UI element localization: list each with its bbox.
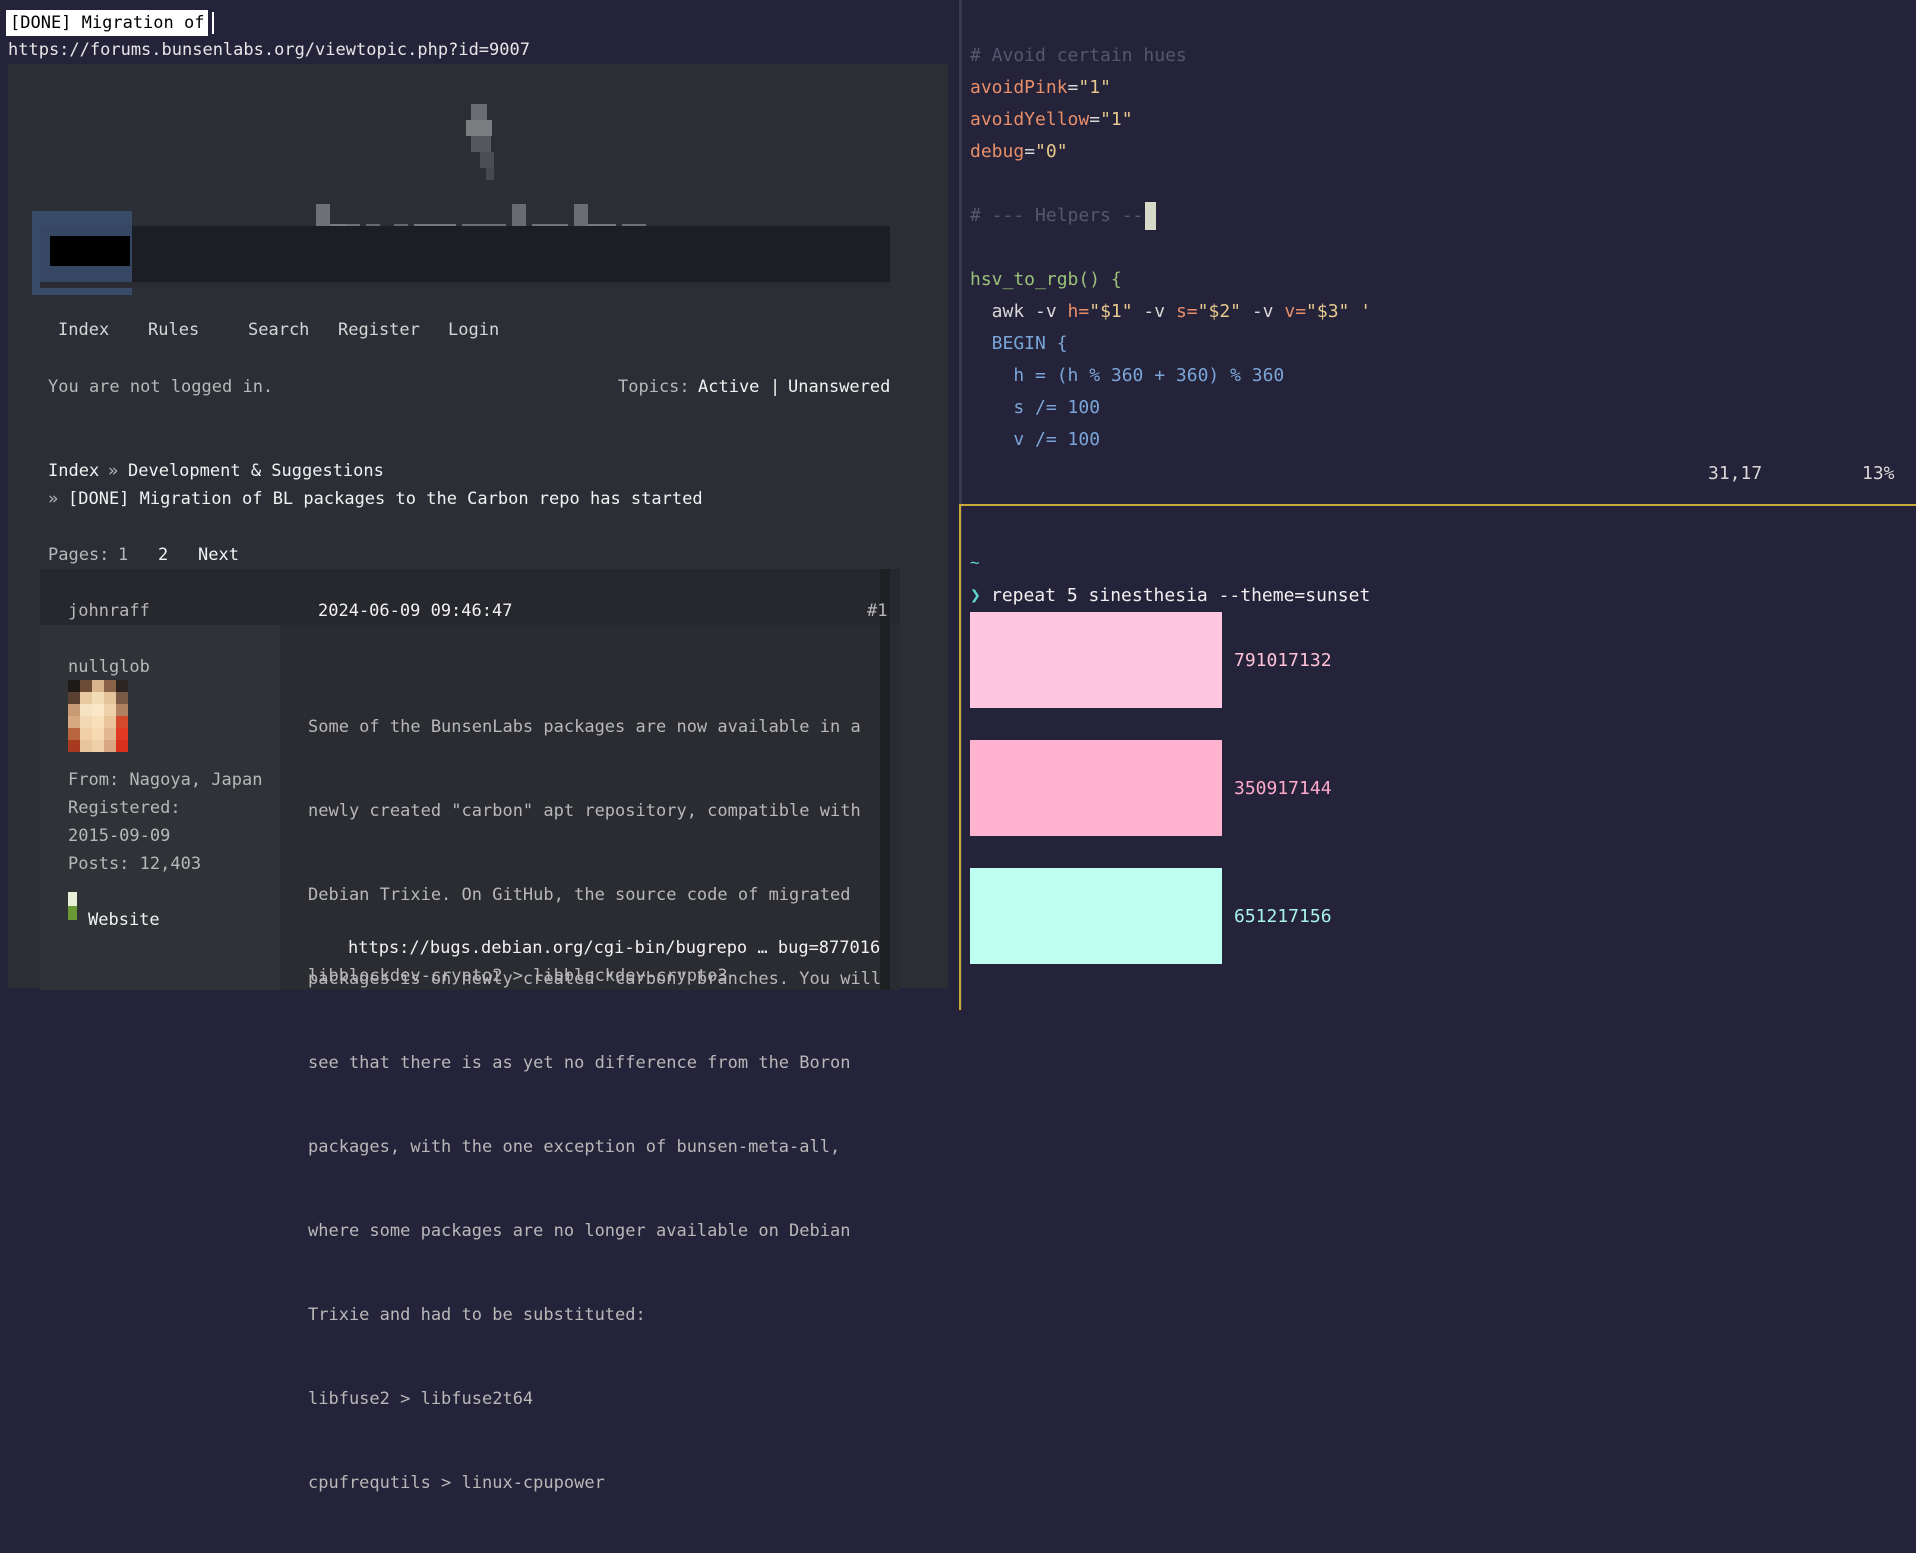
- pane-split-vertical: [959, 506, 961, 1010]
- terminal-command[interactable]: repeat 5 sinesthesia --theme=sunset: [991, 585, 1370, 606]
- awk-var: h=: [1067, 301, 1090, 322]
- user-registered-label: Registered:: [68, 798, 181, 818]
- post-line: newly created "carbon" apt repository, c…: [308, 801, 861, 821]
- post-line: libblockdev-crypto2 > libblockdev-crypto…: [308, 966, 728, 986]
- editor-cursor: [1145, 202, 1156, 230]
- awk-val: "$1": [1089, 301, 1133, 322]
- nav-register[interactable]: Register: [338, 320, 420, 340]
- awk-var: s=: [1175, 301, 1198, 322]
- page-1: 1: [118, 545, 129, 565]
- code-line-debug: debug="0": [970, 141, 1068, 162]
- nav-search[interactable]: Search: [248, 320, 309, 340]
- color-swatch: [970, 612, 1222, 708]
- post-line: where some packages are no longer availa…: [308, 1221, 851, 1241]
- topics-label: Topics:: [618, 377, 690, 397]
- code-line: s /= 100: [970, 397, 1101, 418]
- breadcrumb-sep: »: [48, 489, 59, 509]
- code-line: v /= 100: [970, 429, 1101, 450]
- assign-op: =: [1067, 77, 1079, 98]
- login-status: You are not logged in.: [48, 377, 274, 397]
- website-icon: [68, 892, 77, 920]
- color-swatch: [970, 868, 1222, 964]
- topics-active-link[interactable]: Active: [698, 377, 759, 397]
- topics-separator: |: [770, 377, 781, 397]
- user-title: nullglob: [68, 657, 150, 677]
- pages-label: Pages:: [48, 545, 110, 565]
- post-line: cpufrequtils > linux-cpupower: [308, 1473, 605, 1493]
- code-line: h = (h % 360 + 360) % 360: [970, 365, 1285, 386]
- bug-link[interactable]: https://bugs.debian.org/cgi-bin/bugrepo …: [348, 938, 880, 958]
- code-line-avoidpink: avoidPink="1": [970, 77, 1111, 98]
- post-line: Trixie and had to be substituted:: [308, 1305, 646, 1325]
- post-author[interactable]: johnraff: [68, 601, 150, 621]
- next-page-link[interactable]: Next: [198, 545, 239, 565]
- post-scrollbar[interactable]: [880, 569, 890, 990]
- assign-op: =: [1089, 109, 1101, 130]
- breadcrumb-sep: »: [108, 461, 119, 481]
- awk-val: "$2": [1197, 301, 1241, 322]
- swatch-label: 350917144: [1234, 778, 1332, 799]
- tab-title-text: [DONE] Migration of: [10, 13, 205, 33]
- text-cursor: [212, 12, 214, 34]
- string-literal: "1": [1078, 77, 1111, 98]
- nav-bar: [40, 226, 890, 282]
- awk-cmd: awk -v: [970, 301, 1068, 322]
- awk-var: v=: [1284, 301, 1307, 322]
- nav-highlight-inner: [50, 236, 130, 266]
- nav-login[interactable]: Login: [448, 320, 499, 340]
- post-line: Some of the BunsenLabs packages are now …: [308, 717, 861, 737]
- code-line-avoidyellow: avoidYellow="1": [970, 109, 1133, 130]
- string-literal: "1": [1100, 109, 1133, 130]
- awk-flag: -v: [1132, 301, 1176, 322]
- nav-rules[interactable]: Rules: [148, 320, 199, 340]
- post-date[interactable]: 2024-06-09 09:46:47: [318, 601, 512, 621]
- cwd-indicator: ~: [970, 553, 980, 572]
- cursor-position: 31,17: [1708, 463, 1763, 484]
- url-text[interactable]: https://forums.bunsenlabs.org/viewtopic.…: [8, 40, 530, 60]
- post-line: Debian Trixie. On GitHub, the source cod…: [308, 885, 851, 905]
- prompt-icon: ❯: [970, 585, 981, 606]
- user-post-count: Posts: 12,403: [68, 854, 202, 874]
- assign-op: =: [1024, 141, 1036, 162]
- var-name: avoidPink: [970, 77, 1068, 98]
- awk-flag: -v: [1241, 301, 1285, 322]
- scroll-percent: 13%: [1862, 463, 1895, 484]
- post-line: packages, with the one exception of buns…: [308, 1137, 841, 1157]
- swatch-label: 791017132: [1234, 650, 1332, 671]
- code-comment: # --- Helpers --: [970, 205, 1144, 226]
- code-comment: # Avoid certain hues: [970, 45, 1187, 66]
- user-location: From: Nagoya, Japan: [68, 770, 263, 790]
- color-swatch: [970, 740, 1222, 836]
- post-line: libfuse2 > libfuse2t64: [308, 1389, 534, 1409]
- swatch-label: 651217156: [1234, 906, 1332, 927]
- pane-split-horizontal[interactable]: [959, 504, 1916, 506]
- breadcrumb-section[interactable]: Development & Suggestions: [128, 461, 384, 481]
- tab-title-input[interactable]: [DONE] Migration of: [6, 10, 209, 36]
- user-avatar: [68, 680, 128, 752]
- post-line: see that there is as yet no difference f…: [308, 1053, 851, 1073]
- nav-underline: [40, 282, 890, 288]
- var-name: debug: [970, 141, 1025, 162]
- browser-pane: [DONE] Migration of https://forums.bunse…: [0, 0, 959, 1493]
- awk-val: "$3": [1306, 301, 1350, 322]
- page-2-link[interactable]: 2: [158, 545, 168, 565]
- breadcrumb-topic: [DONE] Migration of BL packages to the C…: [68, 489, 703, 509]
- topics-unanswered-link[interactable]: Unanswered: [788, 377, 890, 397]
- awk-quote: ': [1349, 301, 1372, 322]
- user-registered-date: 2015-09-09: [68, 826, 171, 846]
- post-number[interactable]: #1: [867, 601, 887, 621]
- post-body-text: Some of the BunsenLabs packages are now …: [308, 657, 881, 1553]
- code-line-awk: awk -v h="$1" -v s="$2" -v v="$3" ': [970, 301, 1371, 322]
- website-link[interactable]: Website: [88, 910, 160, 930]
- nav-index[interactable]: Index: [58, 320, 109, 340]
- string-literal: "0": [1035, 141, 1068, 162]
- code-fn-decl: hsv_to_rgb() {: [970, 269, 1122, 290]
- var-name: avoidYellow: [970, 109, 1090, 130]
- code-begin: BEGIN {: [970, 333, 1068, 354]
- breadcrumb-index[interactable]: Index: [48, 461, 99, 481]
